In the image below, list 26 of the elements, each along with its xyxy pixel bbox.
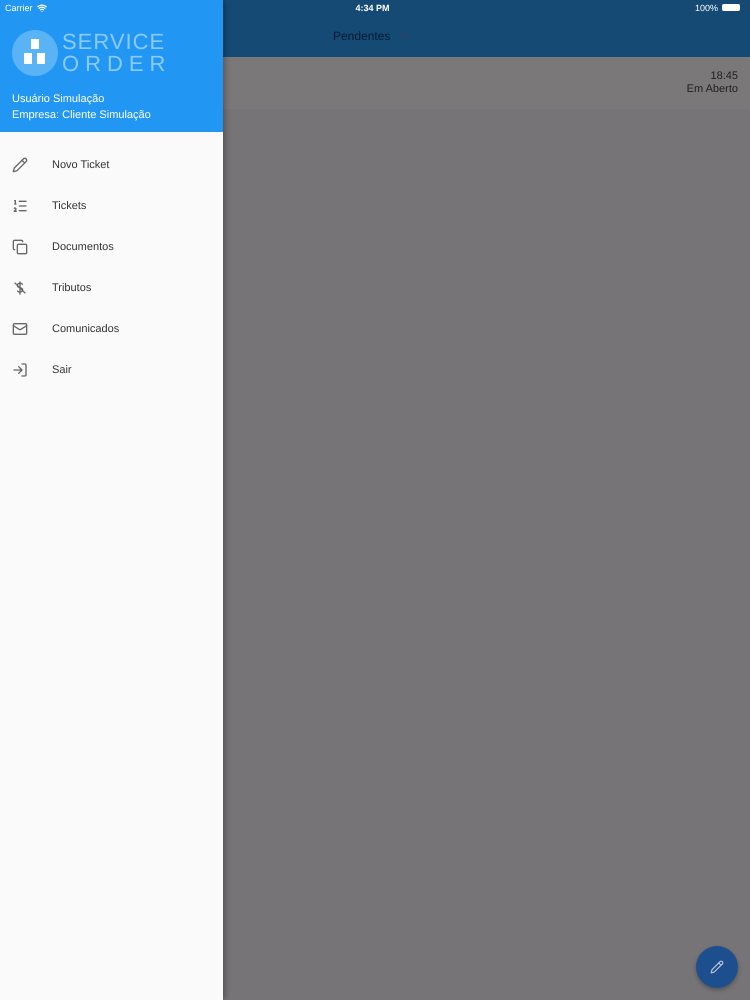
ticket-row[interactable]: 18:45 Em Aberto	[223, 57, 750, 109]
dollar-off-icon	[12, 280, 28, 296]
menu-item[interactable]: Tickets	[0, 185, 223, 226]
wifi-icon	[36, 2, 47, 12]
ticket-time: 18:45	[710, 70, 738, 83]
ticket-status: Em Aberto	[686, 83, 738, 96]
mail-icon	[12, 320, 28, 336]
menu-item[interactable]: Tributos	[0, 267, 223, 308]
company-name: Empresa: Cliente Simulação	[12, 108, 152, 123]
battery-icon	[722, 4, 740, 11]
menu-item[interactable]: Documentos	[0, 226, 223, 267]
new-ticket-button[interactable]	[696, 946, 738, 988]
copy-icon	[12, 238, 28, 254]
pencil-icon	[710, 960, 724, 974]
clock: 4:34 PM	[355, 2, 390, 12]
user-name: Usuário Simulação	[12, 92, 106, 107]
battery-percent: 100%	[694, 2, 718, 12]
pencil-icon	[12, 156, 28, 172]
list-icon	[12, 198, 28, 214]
carrier-label: Carrier	[5, 2, 33, 12]
menu-item[interactable]: Sair	[0, 349, 223, 390]
menu-item[interactable]: Novo Ticket	[0, 144, 223, 185]
logo-icon	[12, 30, 58, 76]
logo-text: SERVICE ORDER	[62, 31, 172, 75]
menu-item[interactable]: Comunicados	[0, 308, 223, 349]
exit-icon	[12, 362, 28, 378]
